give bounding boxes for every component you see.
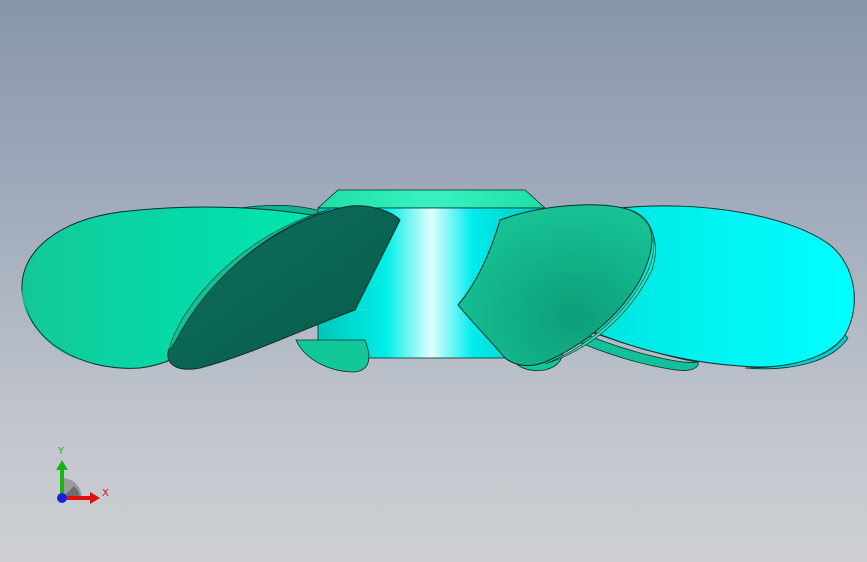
hub-top [316, 189, 547, 209]
z-axis-icon [57, 493, 67, 503]
x-axis-label: X [102, 488, 109, 499]
graphics-viewport[interactable]: Y X [0, 0, 867, 562]
hub-lower-left [295, 339, 370, 373]
coordinate-triad: Y X [56, 446, 109, 504]
y-axis-label: Y [57, 446, 65, 457]
propeller-model[interactable] [0, 0, 867, 562]
